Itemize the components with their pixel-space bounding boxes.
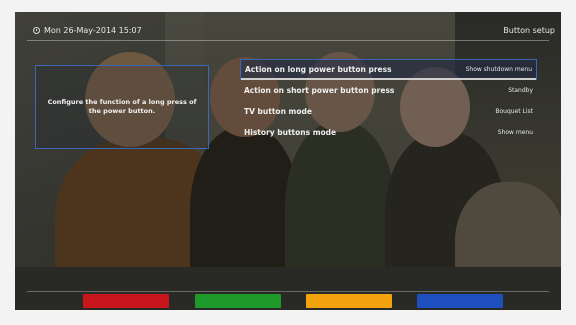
blue-button[interactable] [417, 294, 503, 308]
menu-item-history-buttons-mode[interactable]: History buttons mode Show menu [240, 122, 537, 143]
menu-item-value: Show menu [497, 129, 533, 136]
green-button[interactable] [195, 294, 281, 308]
menu-item-value: Show shutdown menu [465, 66, 532, 73]
menu-item-label: Action on long power button press [245, 65, 392, 74]
clock-icon [33, 27, 40, 34]
menu-item-tv-button-mode[interactable]: TV button mode Bouquet List [240, 101, 537, 122]
clock: Mon 26-May-2014 15:07 [33, 26, 142, 35]
menu-item-label: History buttons mode [244, 128, 337, 137]
menu-item-long-power[interactable]: Action on long power button press Show s… [240, 59, 537, 80]
datetime-text: Mon 26-May-2014 15:07 [44, 26, 142, 35]
description-box: Configure the function of a long press o… [35, 65, 209, 149]
menu-item-value: Bouquet List [495, 108, 533, 115]
footer-divider [27, 291, 549, 292]
menu-item-label: TV button mode [244, 107, 312, 116]
menu-item-label: Action on short power button press [244, 86, 395, 95]
screen-title: Button setup [503, 26, 555, 35]
settings-menu: Action on long power button press Show s… [240, 59, 537, 143]
tv-screen: Mon 26-May-2014 15:07 Button setup Confi… [15, 12, 561, 310]
menu-item-value: Standby [508, 87, 533, 94]
red-button[interactable] [83, 294, 169, 308]
menu-item-short-power[interactable]: Action on short power button press Stand… [240, 80, 537, 101]
osd-dim-overlay [15, 12, 561, 310]
yellow-button[interactable] [306, 294, 392, 308]
header-divider [27, 40, 549, 41]
description-text: Configure the function of a long press o… [47, 98, 197, 115]
